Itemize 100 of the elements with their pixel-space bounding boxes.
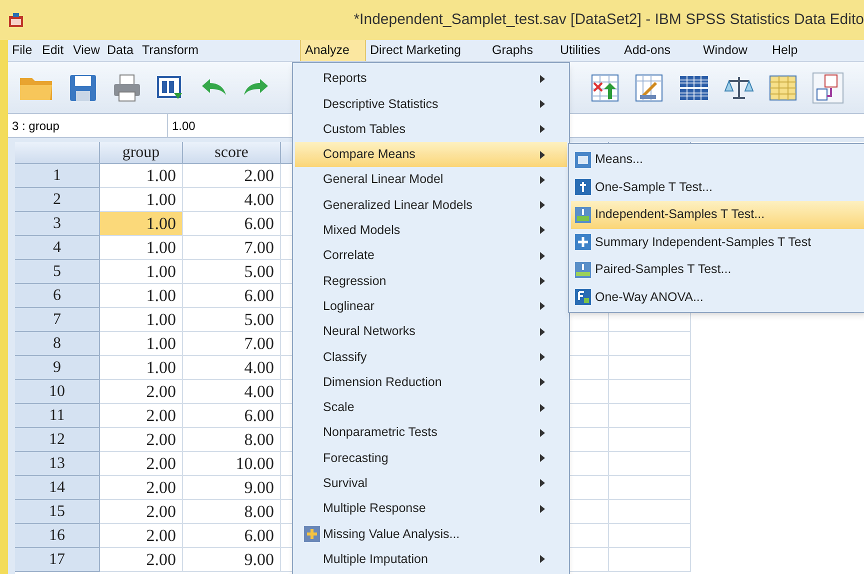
table-cell[interactable] — [609, 332, 691, 356]
table-cell[interactable] — [609, 356, 691, 380]
chart-grid-icon[interactable] — [634, 72, 664, 102]
menu-item[interactable]: Mixed Models — [295, 218, 567, 244]
menu-item[interactable]: Custom Tables — [295, 116, 567, 142]
menu-item[interactable]: Window — [699, 40, 768, 61]
grid-arrow-icon[interactable] — [590, 72, 620, 102]
menu-item[interactable]: View — [69, 40, 103, 61]
table-cell[interactable]: 2.00 — [183, 164, 281, 188]
menu-item[interactable]: File — [8, 40, 38, 61]
table-cell[interactable]: 7.00 — [183, 332, 281, 356]
menu-item[interactable]: Classify — [295, 344, 567, 370]
menu-item[interactable]: Loglinear — [295, 294, 567, 319]
table-cell[interactable]: 2.00 — [100, 500, 183, 524]
menu-item[interactable]: Add-ons — [620, 40, 699, 61]
row-header[interactable]: 3 — [15, 212, 100, 236]
menu-item[interactable]: Multiple Response — [295, 496, 567, 522]
row-header[interactable]: 4 — [15, 236, 100, 260]
table-cell[interactable]: 9.00 — [183, 476, 281, 500]
row-header[interactable]: 1 — [15, 164, 100, 188]
row-header[interactable]: 15 — [15, 500, 100, 524]
table-cell[interactable]: 2.00 — [100, 548, 183, 572]
table-cell[interactable] — [609, 452, 691, 476]
menu-item[interactable]: Neural Networks — [295, 318, 567, 344]
menu-item[interactable]: One-Way ANOVA... — [571, 284, 864, 311]
row-header[interactable]: 10 — [15, 380, 100, 404]
table-cell[interactable]: 6.00 — [183, 284, 281, 308]
column-header[interactable]: group — [100, 142, 183, 164]
row-header[interactable]: 2 — [15, 188, 100, 212]
menu-item[interactable]: Generalized Linear Models — [295, 192, 567, 218]
row-header[interactable]: 17 — [15, 548, 100, 572]
table-cell[interactable]: 1.00 — [100, 212, 183, 236]
table-cell[interactable]: 2.00 — [100, 380, 183, 404]
table-cell[interactable]: 5.00 — [183, 260, 281, 284]
table-cell[interactable]: 7.00 — [183, 236, 281, 260]
table-cell[interactable]: 9.00 — [183, 548, 281, 572]
menu-item[interactable]: Reports — [295, 66, 567, 92]
row-header[interactable]: 12 — [15, 428, 100, 452]
table-cell[interactable]: 8.00 — [183, 500, 281, 524]
table-cell[interactable]: 1.00 — [100, 236, 183, 260]
menu-item[interactable]: Means... — [571, 146, 864, 174]
row-header[interactable]: 11 — [15, 404, 100, 428]
table-cell[interactable]: 2.00 — [100, 476, 183, 500]
value-labels-icon[interactable] — [812, 72, 844, 104]
table-cell[interactable]: 1.00 — [100, 356, 183, 380]
menu-item[interactable]: Help — [768, 40, 828, 61]
menu-item[interactable]: Edit — [38, 40, 69, 61]
menu-item[interactable]: Analyze — [300, 40, 366, 61]
print-icon[interactable] — [112, 72, 142, 102]
menu-item[interactable]: Regression — [295, 268, 567, 294]
cell-name-field[interactable]: 3 : group — [8, 114, 168, 137]
row-header[interactable]: 9 — [15, 356, 100, 380]
menu-item[interactable]: Direct Marketing — [366, 40, 488, 61]
menu-item[interactable]: Nonparametric Tests — [295, 420, 567, 446]
table-cell[interactable]: 1.00 — [100, 308, 183, 332]
menu-item[interactable]: Descriptive Statistics — [295, 91, 567, 117]
table-cell[interactable]: 4.00 — [183, 188, 281, 212]
table-cell[interactable]: 5.00 — [183, 308, 281, 332]
table-cell[interactable]: 2.00 — [100, 524, 183, 548]
table-cell[interactable]: 10.00 — [183, 452, 281, 476]
menu-item[interactable]: Forecasting — [295, 445, 567, 471]
menu-item[interactable]: Utilities — [556, 40, 620, 61]
row-header[interactable]: 16 — [15, 524, 100, 548]
save-icon[interactable] — [68, 72, 98, 102]
table-cell[interactable]: 4.00 — [183, 356, 281, 380]
menu-item[interactable]: Dimension Reduction — [295, 370, 567, 395]
row-header[interactable]: 8 — [15, 332, 100, 356]
table-cell[interactable]: 2.00 — [100, 428, 183, 452]
table-cell[interactable]: 1.00 — [100, 164, 183, 188]
table-cell[interactable]: 2.00 — [100, 404, 183, 428]
table-cell[interactable]: 8.00 — [183, 428, 281, 452]
table-cell[interactable] — [609, 500, 691, 524]
table-cell[interactable] — [609, 524, 691, 548]
row-header[interactable]: 14 — [15, 476, 100, 500]
data-view-icon[interactable] — [156, 74, 184, 102]
table-cell[interactable]: 6.00 — [183, 404, 281, 428]
table-cell[interactable]: 6.00 — [183, 524, 281, 548]
table-cell[interactable] — [609, 548, 691, 572]
column-header[interactable]: score — [183, 142, 281, 164]
table-cell[interactable] — [609, 476, 691, 500]
row-header[interactable]: 6 — [15, 284, 100, 308]
table-cell[interactable]: 2.00 — [100, 452, 183, 476]
menu-item[interactable]: Missing Value Analysis... — [295, 521, 567, 547]
row-header[interactable]: 5 — [15, 260, 100, 284]
table-cell[interactable]: 1.00 — [100, 332, 183, 356]
menu-item[interactable]: Data — [103, 40, 138, 61]
table-icon[interactable] — [678, 74, 710, 102]
menu-item[interactable]: Transform — [138, 40, 300, 61]
menu-item[interactable]: Multiple Imputation — [295, 546, 567, 572]
menu-item[interactable]: Compare Means — [295, 142, 567, 168]
menu-item[interactable]: Graphs — [488, 40, 556, 61]
menu-item[interactable]: Survival — [295, 470, 567, 496]
menu-item[interactable]: General Linear Model — [295, 167, 567, 192]
cell-value-field[interactable]: 1.00 — [168, 114, 288, 137]
menu-item[interactable]: Independent-Samples T Test... — [571, 201, 864, 228]
table-cell[interactable] — [609, 404, 691, 428]
menu-item[interactable]: One-Sample T Test... — [571, 174, 864, 201]
table-cell[interactable]: 6.00 — [183, 212, 281, 236]
table-cell[interactable]: 1.00 — [100, 284, 183, 308]
menu-item[interactable]: Paired-Samples T Test... — [571, 256, 864, 284]
